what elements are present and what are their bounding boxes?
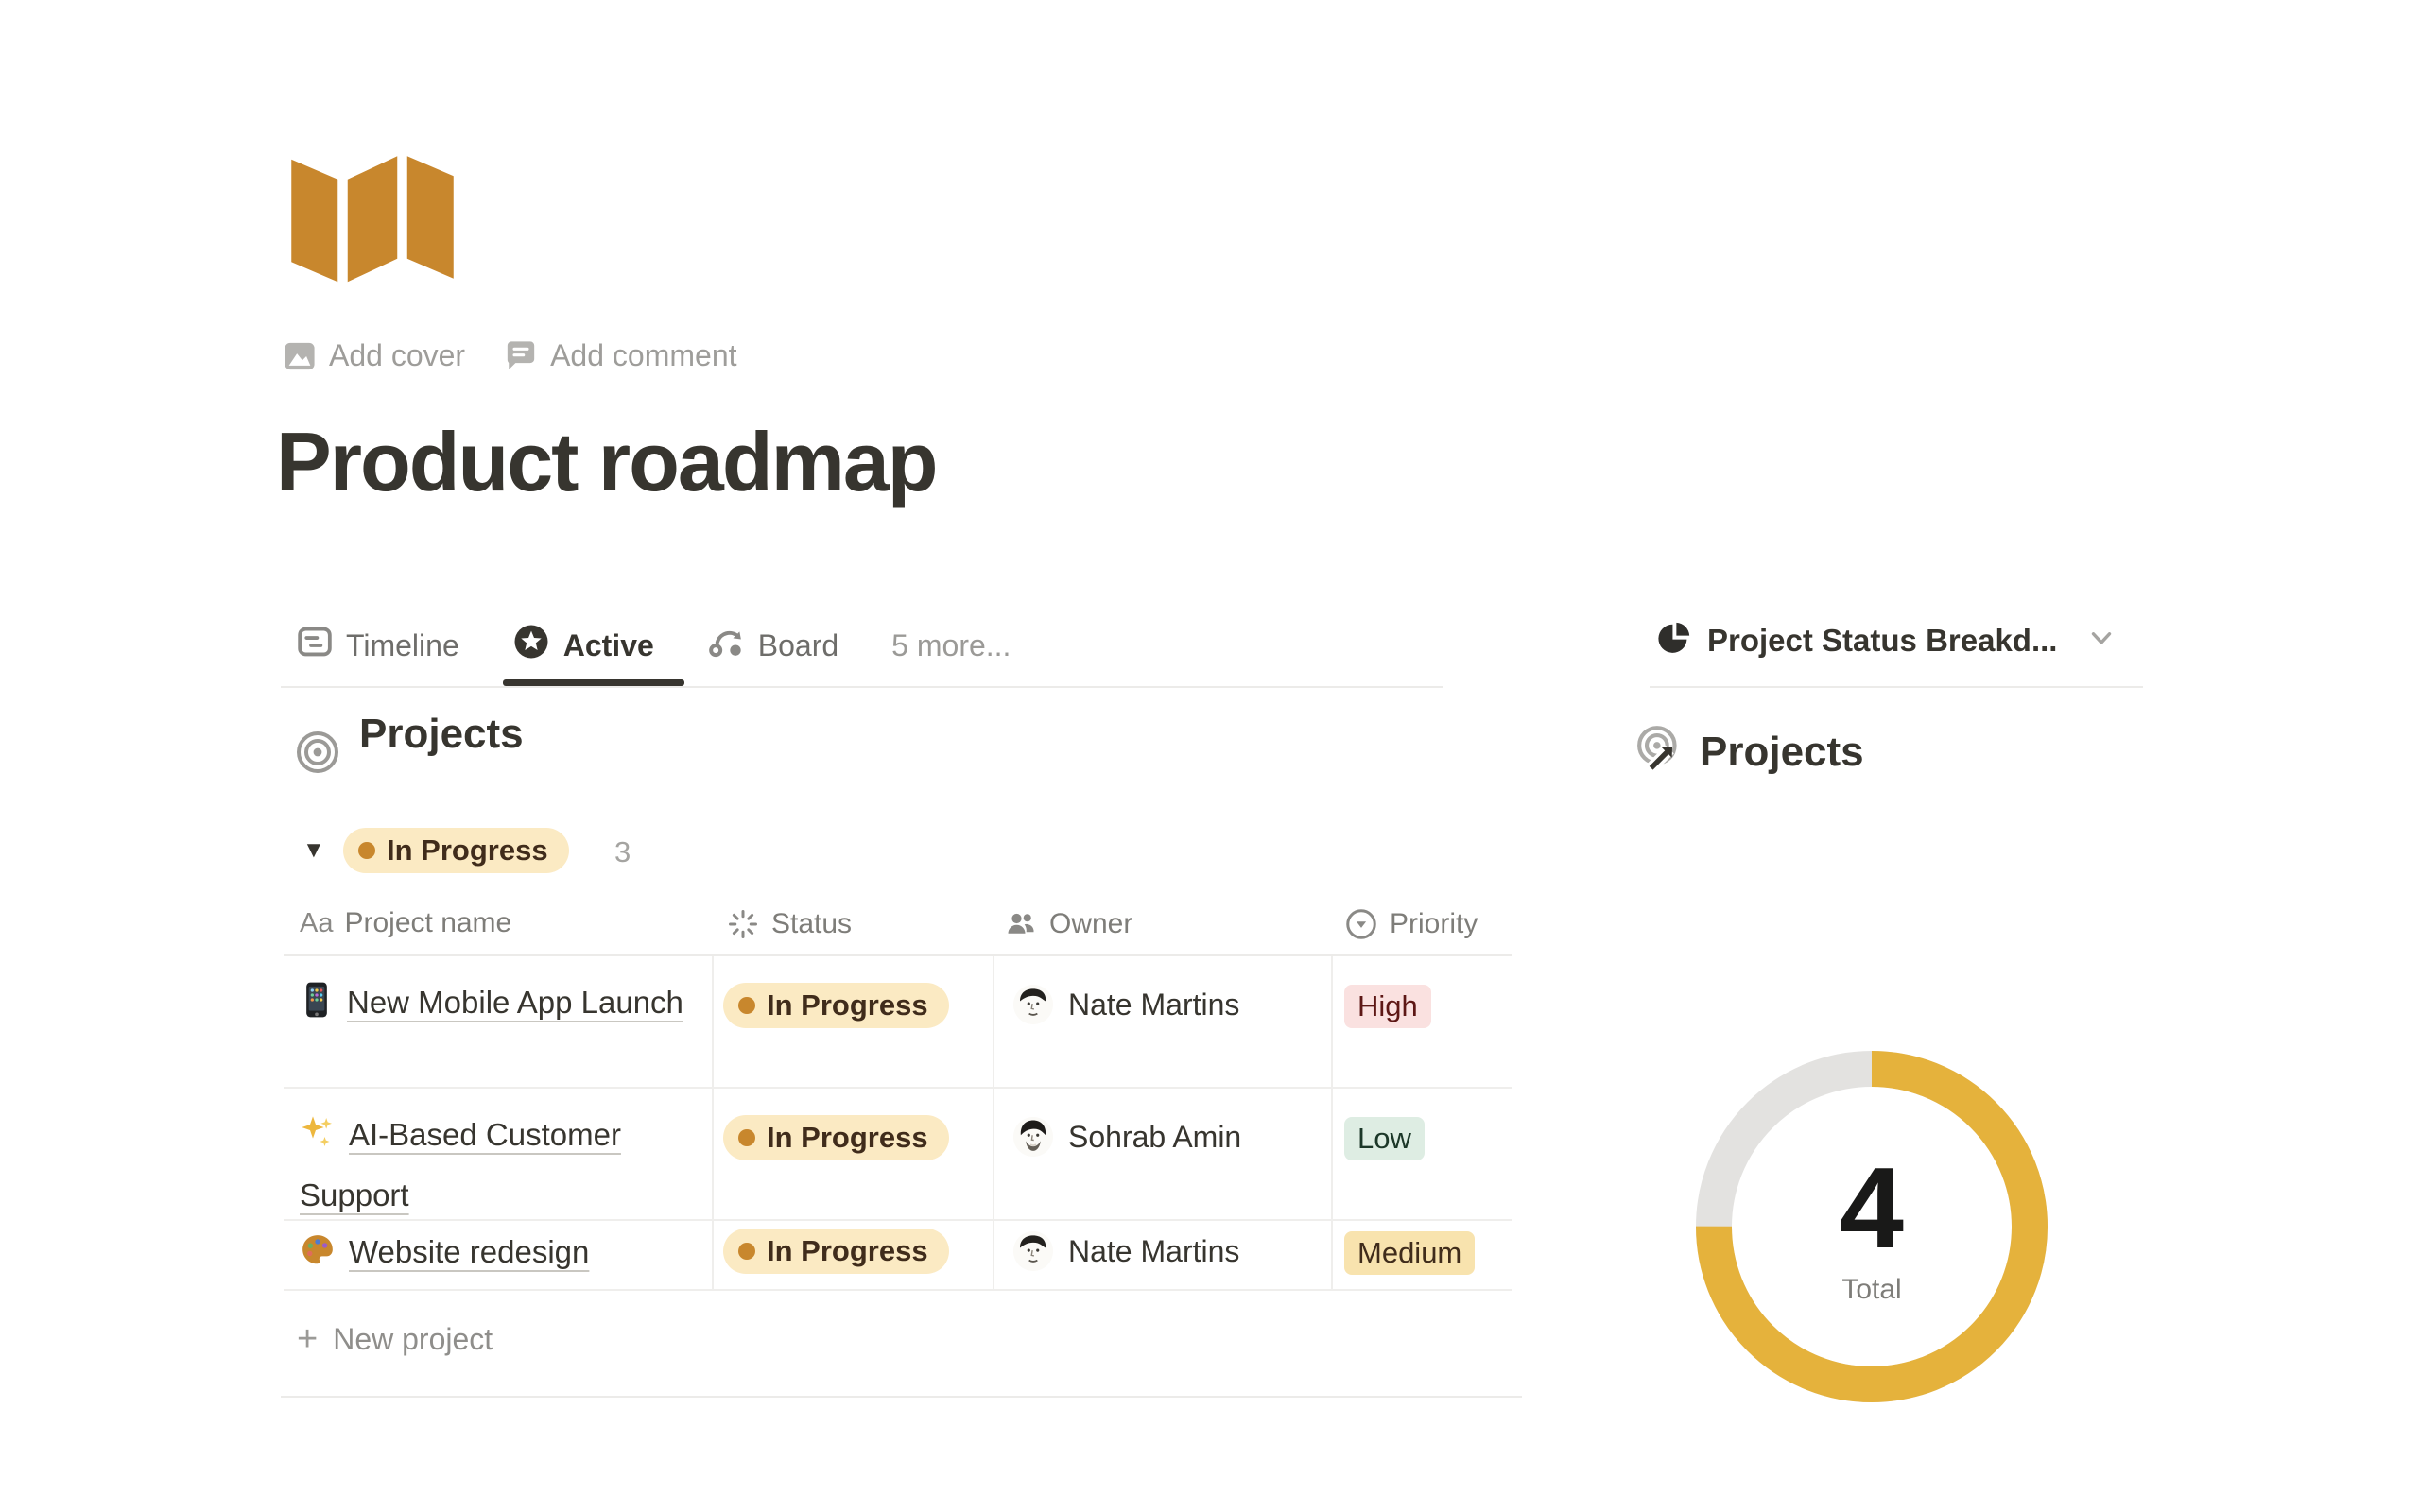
tab-more[interactable]: 5 more...: [891, 628, 1011, 663]
donut-total-label: Total: [1777, 1274, 1966, 1306]
tab-label: 5 more...: [891, 628, 1011, 663]
status-badge[interactable]: In Progress: [723, 983, 949, 1028]
owner-name: Nate Martins: [1068, 988, 1239, 1022]
people-icon: [1004, 907, 1038, 941]
projects-heading: Projects: [359, 711, 524, 758]
priority-badge[interactable]: Low: [1344, 1117, 1425, 1160]
tab-timeline[interactable]: Timeline: [297, 624, 459, 667]
comment-icon: [505, 340, 537, 372]
table-row-project-name[interactable]: Website redesign: [300, 1225, 695, 1285]
group-label: In Progress: [387, 833, 548, 868]
section-bottom-divider: [281, 1396, 1522, 1398]
table-row-project-name[interactable]: AI-Based Customer Support: [300, 1108, 695, 1223]
linked-target-icon: [1635, 724, 1686, 780]
add-cover-label: Add cover: [329, 338, 465, 373]
board-view-icon: [707, 623, 745, 668]
column-header-project-name[interactable]: Aa Project name: [300, 907, 511, 939]
column-header-priority[interactable]: Priority: [1344, 907, 1478, 941]
notion-page: Add cover Add comment Product roadmap Ti…: [0, 0, 2420, 1512]
status-dot: [738, 1129, 755, 1146]
active-tab-underline: [503, 679, 684, 686]
owner-name: Nate Martins: [1068, 1234, 1239, 1269]
chevron-down-icon: [2085, 622, 2118, 659]
owner-cell[interactable]: Nate Martins: [1013, 1231, 1239, 1271]
avatar-sohrab-amin: [1013, 1117, 1053, 1157]
text-type-icon: Aa: [300, 908, 333, 939]
owner-name: Sohrab Amin: [1068, 1120, 1241, 1155]
chart-block-title: Project Status Breakd...: [1707, 623, 2057, 659]
priority-badge[interactable]: Medium: [1344, 1231, 1475, 1275]
page-map-icon[interactable]: [289, 151, 456, 284]
tab-board[interactable]: Board: [707, 623, 838, 668]
group-count[interactable]: 3: [614, 835, 631, 869]
tabs-divider: [281, 686, 1443, 688]
donut-total-value: 4: [1777, 1142, 1966, 1274]
status-badge[interactable]: In Progress: [723, 1228, 949, 1274]
timeline-view-icon: [297, 624, 333, 667]
priority-circle-icon: [1344, 907, 1378, 941]
linked-projects-heading-row: Projects: [1635, 724, 1864, 780]
target-icon: [295, 730, 340, 780]
sparkles-icon: [300, 1113, 336, 1168]
group-badge[interactable]: In Progress: [343, 828, 569, 873]
chart-header-divider: [1650, 686, 2143, 688]
plus-icon: +: [297, 1321, 318, 1357]
row-divider: [284, 1087, 1512, 1089]
column-divider: [1331, 956, 1333, 1289]
page-action-row: Add cover Add comment: [284, 338, 737, 373]
tab-label: Board: [758, 628, 838, 663]
priority-badge[interactable]: High: [1344, 985, 1431, 1028]
status-burst-icon: [726, 907, 760, 941]
view-tabs: Timeline Active Board 5 more...: [297, 616, 1011, 675]
column-divider: [712, 956, 714, 1289]
table-header-divider: [284, 954, 1512, 956]
status-dot: [358, 842, 375, 859]
row-divider: [284, 1289, 1512, 1291]
tab-label: Timeline: [346, 628, 459, 663]
avatar-nate-martins: [1013, 1231, 1053, 1271]
new-project-button[interactable]: + New project: [297, 1321, 493, 1357]
owner-cell[interactable]: Sohrab Amin: [1013, 1117, 1241, 1157]
page-title: Product roadmap: [276, 414, 937, 510]
image-icon: [284, 340, 316, 372]
status-dot: [738, 1243, 755, 1260]
group-toggle-icon[interactable]: ▼: [302, 837, 325, 864]
linked-projects-heading: Projects: [1700, 729, 1864, 776]
star-badge-icon: [512, 623, 550, 668]
column-header-owner[interactable]: Owner: [1004, 907, 1132, 941]
avatar-nate-martins: [1013, 985, 1053, 1024]
add-comment-label: Add comment: [550, 338, 736, 373]
pie-chart-icon: [1656, 620, 1692, 661]
tab-label: Active: [563, 628, 654, 663]
owner-cell[interactable]: Nate Martins: [1013, 985, 1239, 1024]
status-badge[interactable]: In Progress: [723, 1115, 949, 1160]
table-row-project-name[interactable]: New Mobile App Launch: [300, 975, 695, 1036]
column-header-status[interactable]: Status: [726, 907, 852, 941]
column-divider: [993, 956, 994, 1289]
artist-palette-icon: [300, 1230, 336, 1285]
add-cover-button[interactable]: Add cover: [284, 338, 465, 373]
chart-block-header[interactable]: Project Status Breakd...: [1656, 620, 2118, 661]
mobile-phone-icon: [300, 981, 334, 1036]
tab-active[interactable]: Active: [512, 623, 654, 668]
status-dot: [738, 997, 755, 1014]
add-comment-button[interactable]: Add comment: [505, 338, 736, 373]
